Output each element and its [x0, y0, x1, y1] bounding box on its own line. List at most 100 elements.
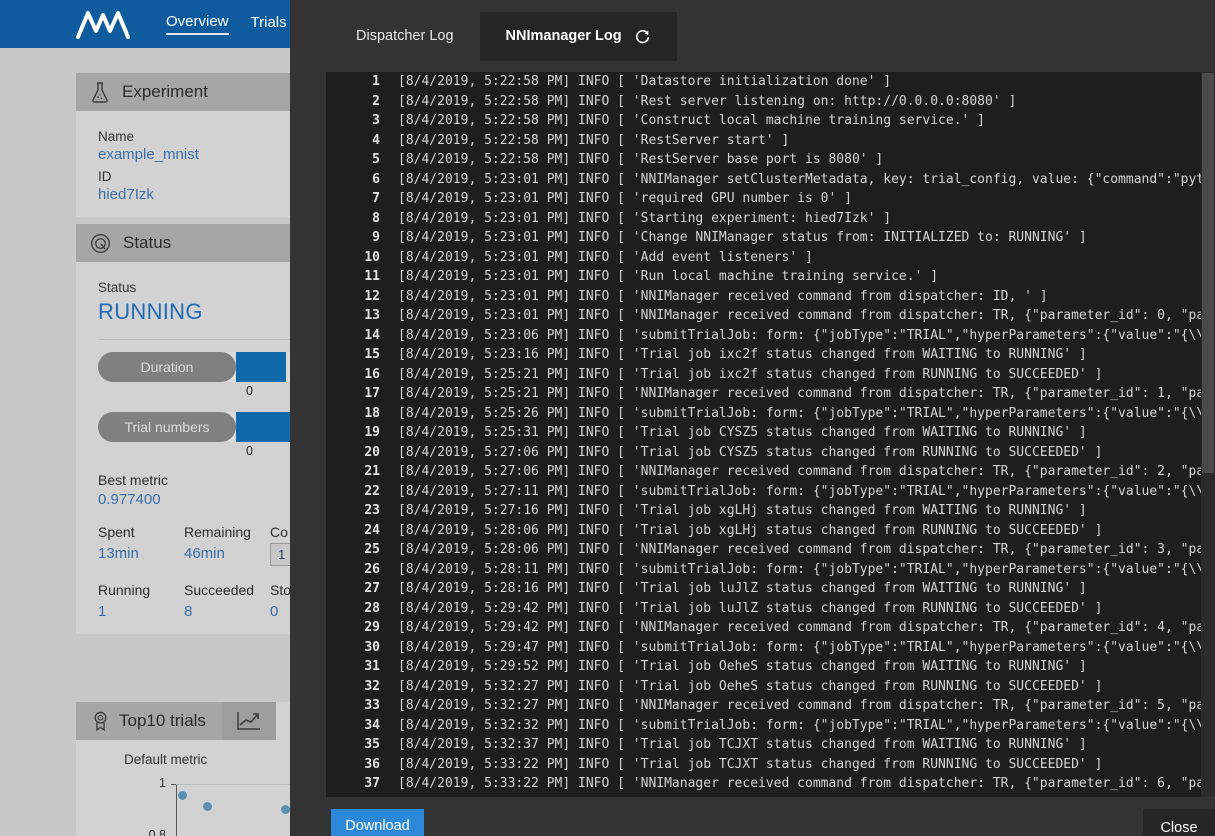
tab-top10-trials[interactable]: Top10 trials — [76, 702, 222, 740]
refresh-icon[interactable] — [634, 28, 651, 45]
tab-nnimanager-log[interactable]: NNImanager Log — [480, 12, 677, 61]
log-line-text: [8/4/2019, 5:32:27 PM] INFO [ 'NNIManage… — [398, 698, 1201, 713]
log-line-text: [8/4/2019, 5:22:58 PM] INFO [ 'Rest serv… — [398, 94, 1016, 109]
log-line-number: 34 — [326, 716, 380, 736]
log-line-text: [8/4/2019, 5:23:01 PM] INFO [ 'required … — [398, 191, 852, 206]
log-line-text: [8/4/2019, 5:27:16 PM] INFO [ 'Trial job… — [398, 503, 1087, 518]
screen: Overview Trials d Experiment Name — [0, 0, 1215, 836]
log-line-number: 30 — [326, 638, 380, 658]
log-line-text: [8/4/2019, 5:25:21 PM] INFO [ 'Trial job… — [398, 367, 1102, 382]
log-line-text: [8/4/2019, 5:23:16 PM] INFO [ 'Trial job… — [398, 347, 1087, 362]
tab-dispatcher-log[interactable]: Dispatcher Log — [330, 12, 480, 60]
nav-links: Overview Trials d — [166, 13, 299, 35]
log-line: 27[8/4/2019, 5:28:16 PM] INFO [ 'Trial j… — [326, 579, 1201, 599]
log-line: 36 [8/4/2019, 5:33:22 PM] INFO [ 'Trial j… — [326, 755, 1201, 775]
close-button[interactable]: Close — [1143, 809, 1215, 836]
stat-succeeded-value: 8 — [184, 603, 270, 620]
log-line-text: [8/4/2019, 5:23:06 PM] INFO [ 'submitTri… — [398, 328, 1201, 343]
log-line-text: [8/4/2019, 5:25:31 PM] INFO [ 'Trial job… — [398, 425, 1087, 440]
log-line: 17[8/4/2019, 5:25:21 PM] INFO [ 'NNIMana… — [326, 384, 1201, 404]
log-line: 1[8/4/2019, 5:22:58 PM] INFO [ 'Datastor… — [326, 72, 1201, 92]
chart-ytick-label-08: 0.8 — [132, 828, 166, 836]
stat-remaining: Remaining 46min — [184, 524, 270, 566]
log-line-text: [8/4/2019, 5:32:37 PM] INFO [ 'Trial job… — [398, 737, 1087, 752]
log-line-text: [8/4/2019, 5:23:01 PM] INFO [ 'NNIManage… — [398, 308, 1201, 323]
chart-y-axis — [176, 784, 177, 836]
log-line-number: 33 — [326, 696, 380, 716]
status-panel-title: Status — [123, 233, 171, 253]
log-line-text: [8/4/2019, 5:27:06 PM] INFO [ 'NNIManage… — [398, 464, 1201, 479]
duration-bar-fill — [236, 352, 286, 382]
log-line-number: 37 — [326, 774, 380, 794]
tab-chart-view[interactable] — [222, 702, 276, 740]
gauge-icon — [90, 233, 111, 254]
log-line-number: 21 — [326, 462, 380, 482]
log-line: 31[8/4/2019, 5:29:52 PM] INFO [ 'Trial j… — [326, 657, 1201, 677]
stat-succeeded-label: Succeeded — [184, 582, 270, 598]
log-line-number: 36 — [326, 755, 380, 775]
tab-dispatcher-log-label: Dispatcher Log — [356, 28, 454, 44]
log-line: 15[8/4/2019, 5:23:16 PM] INFO [ 'Trial j… — [326, 345, 1201, 365]
line-chart-icon — [236, 710, 262, 732]
log-line-text: [8/4/2019, 5:33:22 PM] INFO [ 'Trial job… — [398, 757, 1102, 772]
log-line: 25[8/4/2019, 5:28:06 PM] INFO [ 'NNIMana… — [326, 540, 1201, 560]
log-line: 34[8/4/2019, 5:32:32 PM] INFO [ 'submitT… — [326, 716, 1201, 736]
experiment-panel-title: Experiment — [122, 82, 208, 102]
log-line: 4[8/4/2019, 5:22:58 PM] INFO [ 'RestServ… — [326, 131, 1201, 151]
stat-spent-value: 13min — [98, 545, 184, 562]
log-lines: 1[8/4/2019, 5:22:58 PM] INFO [ 'Datastor… — [326, 72, 1201, 797]
log-line-text: [8/4/2019, 5:27:11 PM] INFO [ 'submitTri… — [398, 484, 1201, 499]
trial-numbers-bar-label: Trial numbers — [98, 412, 236, 442]
medal-icon — [92, 711, 109, 731]
stat-running: Running 1 — [98, 582, 184, 620]
log-line-text: [8/4/2019, 5:33:22 PM] INFO [ 'NNIManage… — [398, 776, 1201, 791]
chart-point[interactable] — [281, 805, 290, 814]
log-line: 24 [8/4/2019, 5:28:06 PM] INFO [ 'Trial j… — [326, 521, 1201, 541]
log-line: 29[8/4/2019, 5:29:42 PM] INFO [ 'NNIMana… — [326, 618, 1201, 638]
log-line: 8[8/4/2019, 5:23:01 PM] INFO [ 'Starting… — [326, 209, 1201, 229]
log-output-panel[interactable]: 1[8/4/2019, 5:22:58 PM] INFO [ 'Datastor… — [326, 72, 1215, 797]
log-line-number: 2 — [326, 92, 380, 112]
log-line-number: 14 — [326, 326, 380, 346]
log-line: 7[8/4/2019, 5:23:01 PM] INFO [ 'required… — [326, 189, 1201, 209]
chart-point[interactable] — [178, 791, 187, 800]
log-line: 14 [8/4/2019, 5:23:06 PM] INFO [ 'submitT… — [326, 326, 1201, 346]
log-line: 16[8/4/2019, 5:25:21 PM] INFO [ 'Trial j… — [326, 365, 1201, 385]
log-line-text: [8/4/2019, 5:28:06 PM] INFO [ 'Trial job… — [398, 523, 1102, 538]
log-line-number: 32 — [326, 677, 380, 697]
duration-bar-label: Duration — [98, 352, 236, 382]
log-line-text: [8/4/2019, 5:28:16 PM] INFO [ 'Trial job… — [398, 581, 1087, 596]
download-button[interactable]: Download — [331, 809, 424, 836]
stat-succeeded: Succeeded 8 — [184, 582, 270, 620]
log-line-number: 17 — [326, 384, 380, 404]
log-line: 26[8/4/2019, 5:28:11 PM] INFO [ 'submitT… — [326, 560, 1201, 580]
chart-point[interactable] — [203, 802, 212, 811]
log-line-text: [8/4/2019, 5:22:58 PM] INFO [ 'Datastore… — [398, 74, 891, 89]
nav-link-overview[interactable]: Overview — [166, 13, 229, 35]
log-line-number: 6 — [326, 170, 380, 190]
log-line-text: [8/4/2019, 5:23:01 PM] INFO [ 'Change NN… — [398, 230, 1087, 245]
log-line-text: [8/4/2019, 5:27:06 PM] INFO [ 'Trial job… — [398, 445, 1102, 460]
log-line-text: [8/4/2019, 5:25:26 PM] INFO [ 'submitTri… — [398, 406, 1201, 421]
log-line: 12[8/4/2019, 5:23:01 PM] INFO [ 'NNIMana… — [326, 287, 1201, 307]
log-modal-tabs: Dispatcher Log NNImanager Log — [290, 0, 1215, 72]
log-line-text: [8/4/2019, 5:23:01 PM] INFO [ 'Starting … — [398, 211, 891, 226]
log-line: 2 [8/4/2019, 5:22:58 PM] INFO [ 'Rest ser… — [326, 92, 1201, 112]
log-line: 18[8/4/2019, 5:25:26 PM] INFO [ 'submitT… — [326, 404, 1201, 424]
tab-nnimanager-log-label: NNImanager Log — [506, 28, 622, 44]
log-modal: Dispatcher Log NNImanager Log 1[8/4/2019… — [290, 0, 1215, 836]
log-scrollbar[interactable] — [1201, 72, 1215, 797]
log-line: 28[8/4/2019, 5:29:42 PM] INFO [ 'Trial j… — [326, 599, 1201, 619]
log-line-text: [8/4/2019, 5:32:27 PM] INFO [ 'Trial job… — [398, 679, 1102, 694]
log-line: 32 [8/4/2019, 5:32:27 PM] INFO [ 'Trial j… — [326, 677, 1201, 697]
log-line-number: 9 — [326, 228, 380, 248]
log-line-text: [8/4/2019, 5:23:01 PM] INFO [ 'NNIManage… — [398, 289, 1048, 304]
log-line: 10[8/4/2019, 5:23:01 PM] INFO [ 'Add eve… — [326, 248, 1201, 268]
log-line: 19[8/4/2019, 5:25:31 PM] INFO [ 'Trial j… — [326, 423, 1201, 443]
log-line-text: [8/4/2019, 5:28:06 PM] INFO [ 'NNIManage… — [398, 542, 1201, 557]
log-line: 5[8/4/2019, 5:22:58 PM] INFO [ 'RestServ… — [326, 150, 1201, 170]
log-line-number: 24 — [326, 521, 380, 541]
log-scrollbar-thumb[interactable] — [1202, 73, 1214, 473]
log-line-number: 29 — [326, 618, 380, 638]
log-line-text: [8/4/2019, 5:29:42 PM] INFO [ 'Trial job… — [398, 601, 1102, 616]
